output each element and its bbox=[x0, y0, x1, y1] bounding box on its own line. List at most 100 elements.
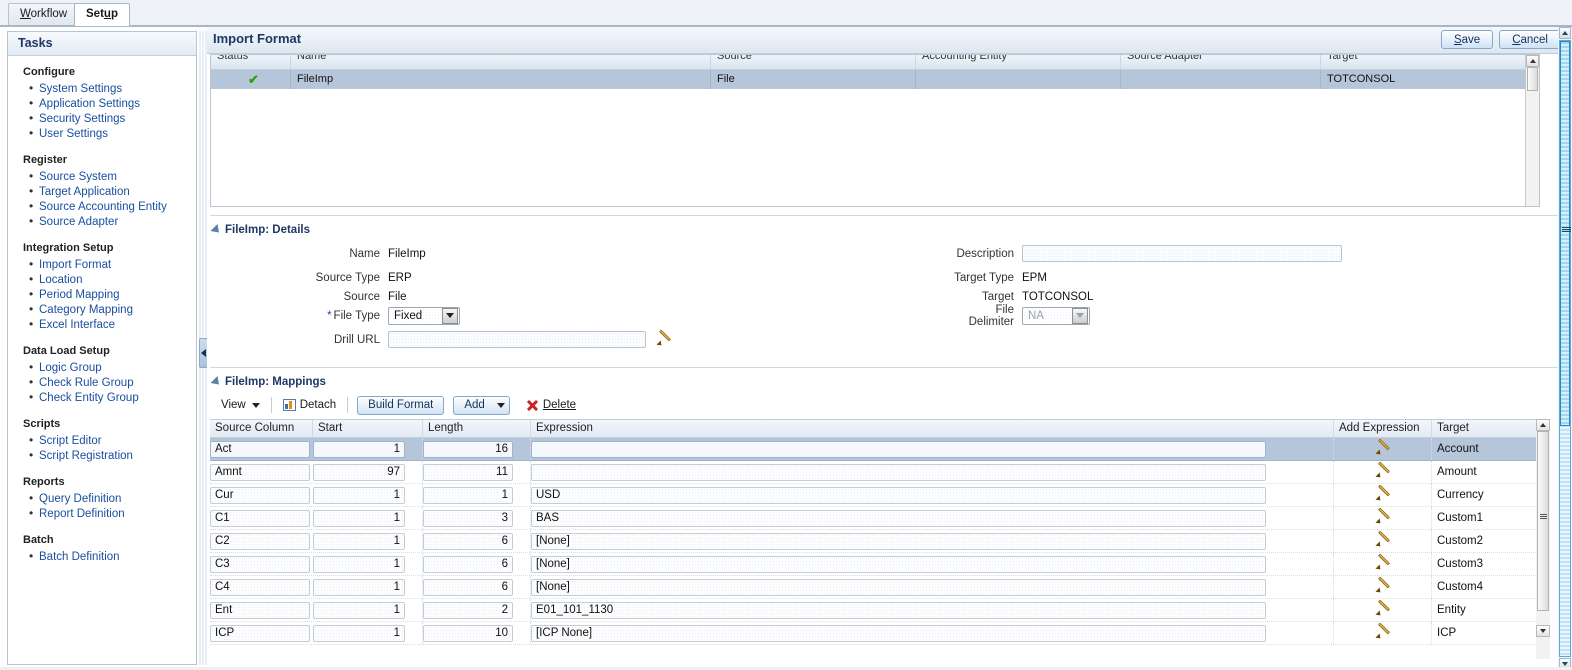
list-item[interactable]: Source System bbox=[29, 169, 196, 185]
sidebar-item-system-settings[interactable]: System Settings bbox=[39, 83, 122, 95]
expression-input[interactable]: [None] bbox=[531, 532, 1266, 550]
list-item[interactable]: Batch Definition bbox=[29, 549, 196, 565]
sidebar-item-batch-definition[interactable]: Batch Definition bbox=[39, 551, 120, 563]
table-row[interactable]: ✔ FileImp File TOTCONSOL bbox=[211, 70, 1539, 89]
mappings-section-header[interactable]: FileImp: Mappings bbox=[210, 374, 1558, 390]
sidebar-item-check-entity-group[interactable]: Check Entity Group bbox=[39, 392, 139, 404]
source-column-input[interactable]: ICP bbox=[210, 624, 310, 642]
list-item[interactable]: Location bbox=[29, 272, 196, 288]
start-input[interactable]: 1 bbox=[313, 509, 405, 527]
sidebar-item-category-mapping[interactable]: Category Mapping bbox=[39, 304, 133, 316]
page-scrollbar-thumb[interactable] bbox=[1560, 41, 1571, 426]
table-row[interactable]: Act 1 16 Account bbox=[210, 438, 1550, 461]
column-header-add-expression[interactable]: Add Expression bbox=[1334, 420, 1432, 437]
scroll-up-icon[interactable] bbox=[1536, 419, 1550, 431]
list-item[interactable]: Security Settings bbox=[29, 111, 196, 127]
expression-input[interactable]: E01_101_1130 bbox=[531, 601, 1266, 619]
start-input[interactable]: 1 bbox=[313, 555, 405, 573]
length-input[interactable]: 2 bbox=[423, 601, 513, 619]
start-input[interactable]: 1 bbox=[313, 532, 405, 550]
expression-input[interactable]: [ICP None] bbox=[531, 624, 1266, 642]
length-input[interactable]: 6 bbox=[423, 532, 513, 550]
start-input[interactable]: 1 bbox=[313, 440, 405, 458]
delete-button[interactable]: Delete bbox=[518, 395, 584, 415]
list-item[interactable]: Report Definition bbox=[29, 506, 196, 522]
sidebar-item-source-adapter[interactable]: Source Adapter bbox=[39, 216, 118, 228]
length-input[interactable]: 16 bbox=[423, 440, 513, 458]
add-expression-pencil-icon[interactable] bbox=[1375, 602, 1391, 618]
source-column-input[interactable]: Ent bbox=[210, 601, 310, 619]
column-header-target[interactable]: Target bbox=[1432, 420, 1537, 437]
list-item[interactable]: Logic Group bbox=[29, 360, 196, 376]
list-item[interactable]: Script Registration bbox=[29, 448, 196, 464]
list-item[interactable]: Script Editor bbox=[29, 433, 196, 449]
table-row[interactable]: Amnt 97 11 Amount bbox=[210, 461, 1550, 484]
source-column-input[interactable]: Act bbox=[210, 440, 310, 458]
expression-input[interactable] bbox=[531, 440, 1266, 458]
page-scrollbar[interactable] bbox=[1558, 27, 1572, 670]
view-menu-button[interactable]: View bbox=[213, 395, 268, 415]
sidebar-item-excel-interface[interactable]: Excel Interface bbox=[39, 319, 115, 331]
tab-workflow[interactable]: Workflow bbox=[8, 3, 80, 25]
column-header-source[interactable]: Source bbox=[711, 55, 916, 69]
source-column-input[interactable]: C2 bbox=[210, 532, 310, 550]
sidebar-item-check-rule-group[interactable]: Check Rule Group bbox=[39, 377, 134, 389]
sidebar-item-report-definition[interactable]: Report Definition bbox=[39, 508, 125, 520]
table-row[interactable]: C2 1 6 [None] Custom2 bbox=[210, 530, 1550, 553]
list-item[interactable]: Application Settings bbox=[29, 96, 196, 112]
column-header-name[interactable]: Name bbox=[291, 55, 711, 69]
column-header-length[interactable]: Length bbox=[423, 420, 531, 437]
start-input[interactable]: 1 bbox=[313, 578, 405, 596]
length-input[interactable]: 6 bbox=[423, 555, 513, 573]
start-input[interactable]: 1 bbox=[313, 601, 405, 619]
list-item[interactable]: Period Mapping bbox=[29, 287, 196, 303]
list-item[interactable]: Source Accounting Entity bbox=[29, 199, 196, 215]
source-column-input[interactable]: C3 bbox=[210, 555, 310, 573]
scrollbar-thumb[interactable] bbox=[1537, 431, 1549, 611]
list-item[interactable]: Source Adapter bbox=[29, 214, 196, 230]
add-expression-pencil-icon[interactable] bbox=[1375, 579, 1391, 595]
table-row[interactable]: Ent 1 2 E01_101_1130 Entity bbox=[210, 599, 1550, 622]
tab-setup[interactable]: Setup bbox=[74, 3, 130, 26]
sidebar-item-target-application[interactable]: Target Application bbox=[39, 186, 130, 198]
table-row[interactable]: C3 1 6 [None] Custom3 bbox=[210, 553, 1550, 576]
add-expression-pencil-icon[interactable] bbox=[1375, 625, 1391, 641]
edit-pencil-icon[interactable] bbox=[656, 332, 672, 348]
list-item[interactable]: System Settings bbox=[29, 81, 196, 97]
sidebar-item-script-registration[interactable]: Script Registration bbox=[39, 450, 133, 462]
start-input[interactable]: 97 bbox=[313, 463, 405, 481]
start-input[interactable]: 1 bbox=[313, 624, 405, 642]
length-input[interactable]: 3 bbox=[423, 509, 513, 527]
add-expression-pencil-icon[interactable] bbox=[1375, 556, 1391, 572]
column-header-target[interactable]: Target bbox=[1321, 55, 1539, 69]
sidebar-item-application-settings[interactable]: Application Settings bbox=[39, 98, 140, 110]
source-column-input[interactable]: C1 bbox=[210, 509, 310, 527]
length-input[interactable]: 1 bbox=[423, 486, 513, 504]
cancel-button[interactable]: Cancel bbox=[1499, 30, 1561, 49]
column-header-start[interactable]: Start bbox=[313, 420, 423, 437]
source-column-input[interactable]: Amnt bbox=[210, 463, 310, 481]
import-format-grid-scrollbar[interactable] bbox=[1525, 55, 1539, 206]
column-header-accounting-entity[interactable]: Accounting Entity bbox=[916, 55, 1121, 69]
length-input[interactable]: 11 bbox=[423, 463, 513, 481]
expression-input[interactable]: [None] bbox=[531, 555, 1266, 573]
mappings-grid-scrollbar[interactable] bbox=[1536, 419, 1550, 659]
list-item[interactable]: Check Rule Group bbox=[29, 375, 196, 391]
expression-input[interactable]: [None] bbox=[531, 578, 1266, 596]
triangle-expand-icon[interactable] bbox=[210, 223, 223, 237]
triangle-expand-icon[interactable] bbox=[210, 375, 223, 389]
list-item[interactable]: Check Entity Group bbox=[29, 390, 196, 406]
sidebar-item-source-system[interactable]: Source System bbox=[39, 171, 117, 183]
expression-input[interactable] bbox=[531, 463, 1266, 481]
list-item[interactable]: User Settings bbox=[29, 126, 196, 142]
source-column-input[interactable]: Cur bbox=[210, 486, 310, 504]
length-input[interactable]: 10 bbox=[423, 624, 513, 642]
source-column-input[interactable]: C4 bbox=[210, 578, 310, 596]
add-expression-pencil-icon[interactable] bbox=[1375, 464, 1391, 480]
add-expression-pencil-icon[interactable] bbox=[1375, 487, 1391, 503]
add-expression-pencil-icon[interactable] bbox=[1375, 510, 1391, 526]
scroll-up-icon[interactable] bbox=[1526, 55, 1539, 67]
description-input[interactable] bbox=[1022, 245, 1342, 262]
column-header-status[interactable]: Status bbox=[211, 55, 291, 69]
scroll-down-icon[interactable] bbox=[1536, 625, 1550, 637]
